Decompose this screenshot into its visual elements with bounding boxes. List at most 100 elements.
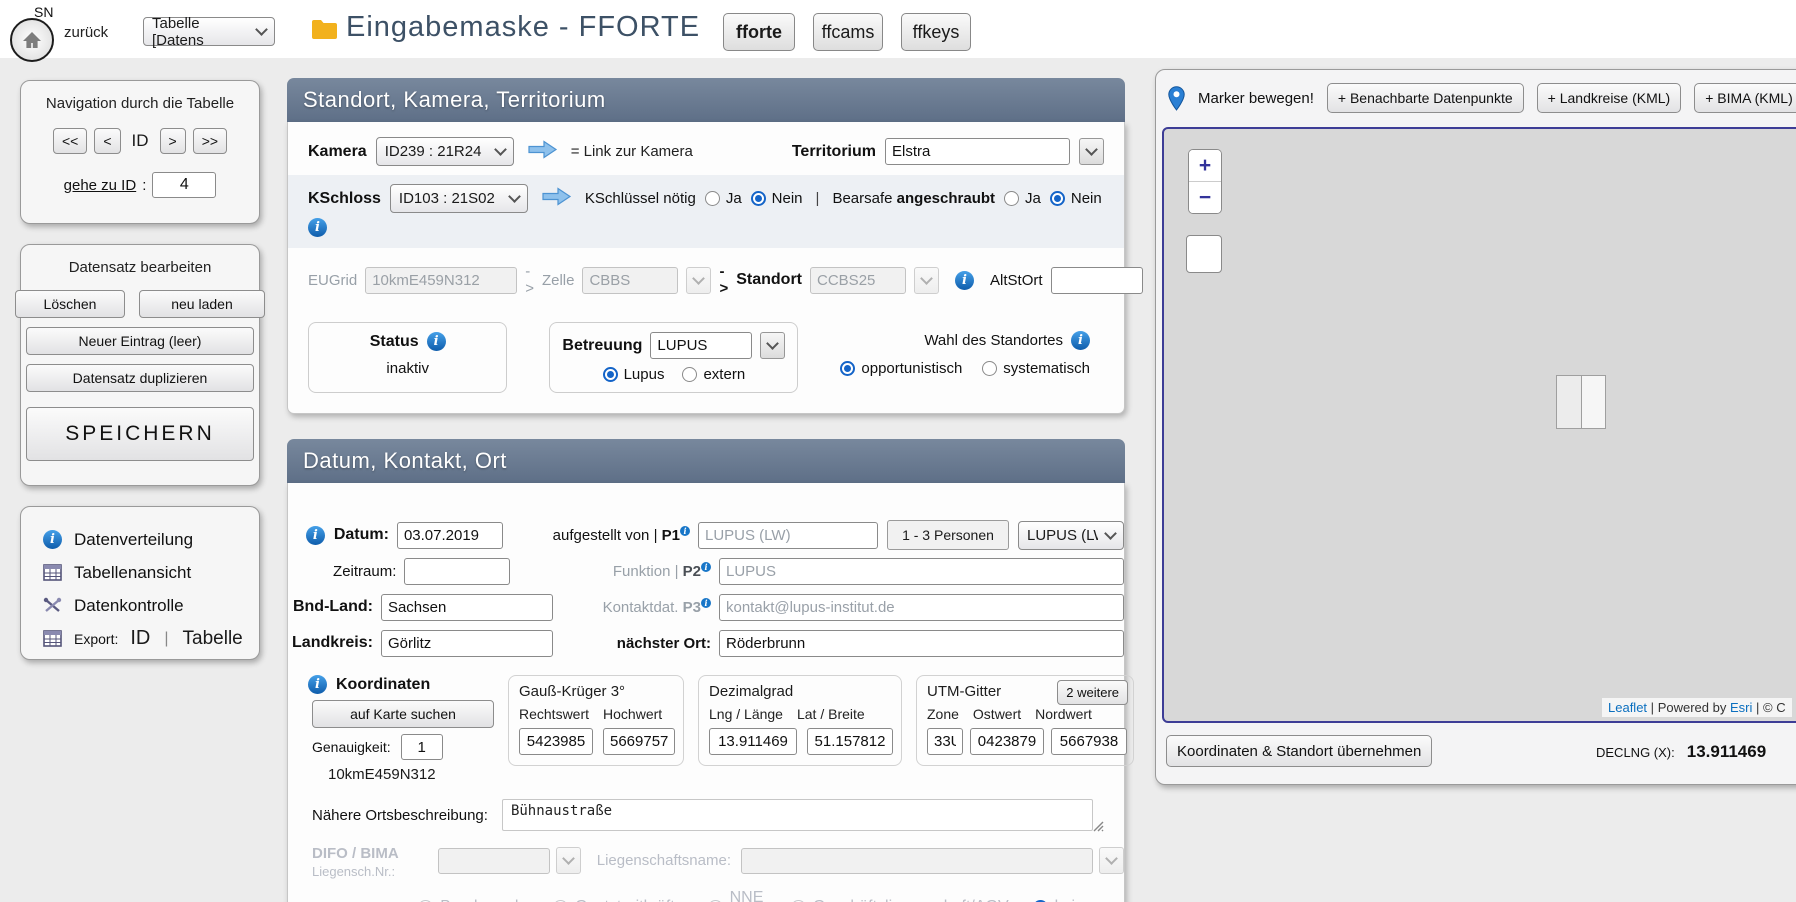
wahl-systematisch-option[interactable]: systematisch (982, 360, 1090, 377)
info-icon[interactable] (680, 526, 690, 536)
genauigkeit-input[interactable] (401, 734, 443, 760)
goto-id-row: gehe zu ID : (21, 172, 259, 198)
leaflet-link[interactable]: Leaflet (1608, 700, 1647, 715)
nordwert-input[interactable] (1051, 728, 1127, 755)
home-icon[interactable] (10, 18, 54, 62)
info-icon[interactable] (701, 562, 711, 572)
p1-select[interactable]: LUPUS (LW (1018, 521, 1124, 550)
link-datenkontrolle[interactable]: Datenkontrolle (43, 589, 259, 622)
resize-handle-icon[interactable] (1091, 819, 1104, 837)
radio-selected[interactable] (1050, 191, 1065, 206)
delete-button[interactable]: Löschen (15, 290, 125, 318)
duplicate-record-button[interactable]: Datensatz duplizieren (26, 364, 254, 392)
liegenschaftsname-input (741, 848, 1093, 874)
kschluessel-nein-option[interactable]: Nein (751, 190, 803, 207)
p2-input[interactable] (719, 558, 1124, 585)
radio-selected[interactable] (603, 367, 618, 382)
datum-input[interactable] (397, 522, 503, 549)
goto-id-input[interactable] (152, 172, 216, 198)
p1-input[interactable] (698, 522, 878, 549)
next-record-button[interactable]: > (160, 128, 186, 154)
link-arrow-icon[interactable] (541, 187, 572, 211)
landkreis-label: Landkreis: (292, 634, 373, 652)
naechster-ort-input[interactable] (719, 630, 1124, 657)
esri-link[interactable]: Esri (1730, 700, 1752, 715)
p3-input[interactable] (719, 594, 1124, 621)
map-canvas[interactable]: + − Leaflet | Powered by Esri | © C (1162, 127, 1796, 723)
kamera-select[interactable]: ID239 : 21R24 (376, 137, 514, 166)
goto-id-link[interactable]: gehe zu ID (64, 177, 137, 194)
info-icon[interactable] (306, 526, 325, 545)
app-button-ffcams[interactable]: ffcams (813, 13, 883, 51)
rechtswert-input[interactable] (519, 728, 593, 755)
ortsbeschreibung-textarea[interactable]: Bühnaustraße (502, 799, 1093, 831)
zoom-out-button[interactable]: − (1189, 181, 1221, 213)
radio-unselected[interactable] (682, 367, 697, 382)
lat-input[interactable] (807, 728, 893, 755)
map-zoom-control: + − (1188, 149, 1222, 214)
info-icon[interactable] (427, 332, 446, 351)
info-icon[interactable] (955, 271, 974, 290)
radio-selected[interactable] (751, 191, 766, 206)
gk-title: Gauß-Krüger 3° (519, 683, 673, 700)
kschloss-select[interactable]: ID103 : 21S02 (390, 184, 528, 213)
landkreis-input[interactable] (381, 630, 553, 657)
bearsafe-nein-option[interactable]: Nein (1050, 190, 1102, 207)
home-logo[interactable]: SN (10, 8, 56, 58)
radio-unselected[interactable] (982, 361, 997, 376)
radio-selected[interactable] (840, 361, 855, 376)
kschluessel-ja-option[interactable]: Ja (705, 190, 742, 207)
link-datenverteilung[interactable]: Datenverteilung (43, 523, 259, 556)
wahl-opportunistisch-option[interactable]: opportunistisch (840, 360, 962, 377)
export-table-link[interactable]: Tabelle (183, 628, 243, 650)
prev-record-button[interactable]: < (94, 128, 120, 154)
bndland-label: Bnd-Land: (293, 598, 373, 616)
reload-button[interactable]: neu laden (139, 290, 265, 318)
betreuung-extern-option[interactable]: extern (682, 366, 745, 383)
ostwert-input[interactable] (970, 728, 1044, 755)
radio-unselected[interactable] (705, 191, 720, 206)
save-button[interactable]: SPEICHERN (26, 407, 254, 461)
altstort-input[interactable] (1051, 267, 1143, 294)
info-icon[interactable] (308, 675, 327, 694)
last-record-button[interactable]: >> (193, 128, 227, 154)
map-layers-control[interactable] (1186, 235, 1222, 273)
territorium-dropdown-button[interactable] (1079, 138, 1104, 165)
gridref-text: 10kmE459N312 (328, 766, 494, 783)
app-button-ffkeys[interactable]: ffkeys (901, 13, 971, 51)
betreuung-input[interactable] (650, 332, 752, 359)
link-tabellenansicht[interactable]: Tabellenansicht (43, 556, 259, 589)
table-select[interactable]: Tabelle [Datens (143, 17, 275, 46)
bima-kml-button[interactable]: + BIMA (KML) (1694, 83, 1796, 113)
new-entry-button[interactable]: Neuer Eintrag (leer) (26, 327, 254, 355)
betreuung-box: Betreuung Lupus extern (549, 322, 798, 393)
landkreise-kml-button[interactable]: + Landkreise (KML) (1537, 83, 1682, 113)
app-button-fforte[interactable]: fforte (723, 13, 795, 51)
bearsafe-ja-option[interactable]: Ja (1004, 190, 1041, 207)
info-icon[interactable] (308, 218, 327, 237)
weitere-button[interactable]: 2 weitere (1057, 680, 1128, 705)
zeitraum-input[interactable] (404, 558, 510, 585)
benachbarte-datenpunkte-button[interactable]: + Benachbarte Datenpunkte (1327, 83, 1524, 113)
first-record-button[interactable]: << (53, 128, 87, 154)
betreuung-dropdown-button[interactable] (760, 332, 785, 359)
karte-suchen-button[interactable]: auf Karte suchen (312, 700, 494, 728)
info-icon[interactable] (701, 598, 711, 608)
export-id-link[interactable]: ID (130, 627, 150, 650)
betreuung-lupus-option[interactable]: Lupus (603, 366, 665, 383)
hochwert-input[interactable] (603, 728, 675, 755)
radio-unselected[interactable] (1004, 191, 1019, 206)
lng-input[interactable] (709, 728, 797, 755)
bndland-input[interactable] (381, 594, 553, 621)
zone-input[interactable] (927, 728, 963, 755)
map-tile-placeholder (1556, 375, 1606, 429)
territorium-input[interactable] (885, 138, 1070, 165)
personen-button[interactable]: 1 - 3 Personen (887, 520, 1009, 550)
koordinaten-uebernehmen-button[interactable]: Koordinaten & Standort übernehmen (1166, 735, 1432, 767)
link-arrow-icon[interactable] (527, 140, 558, 164)
radio-label: Ja (726, 190, 742, 207)
info-icon (43, 530, 62, 549)
back-link[interactable]: zurück (64, 24, 108, 41)
zoom-in-button[interactable]: + (1189, 150, 1221, 181)
info-icon[interactable] (1071, 331, 1090, 350)
